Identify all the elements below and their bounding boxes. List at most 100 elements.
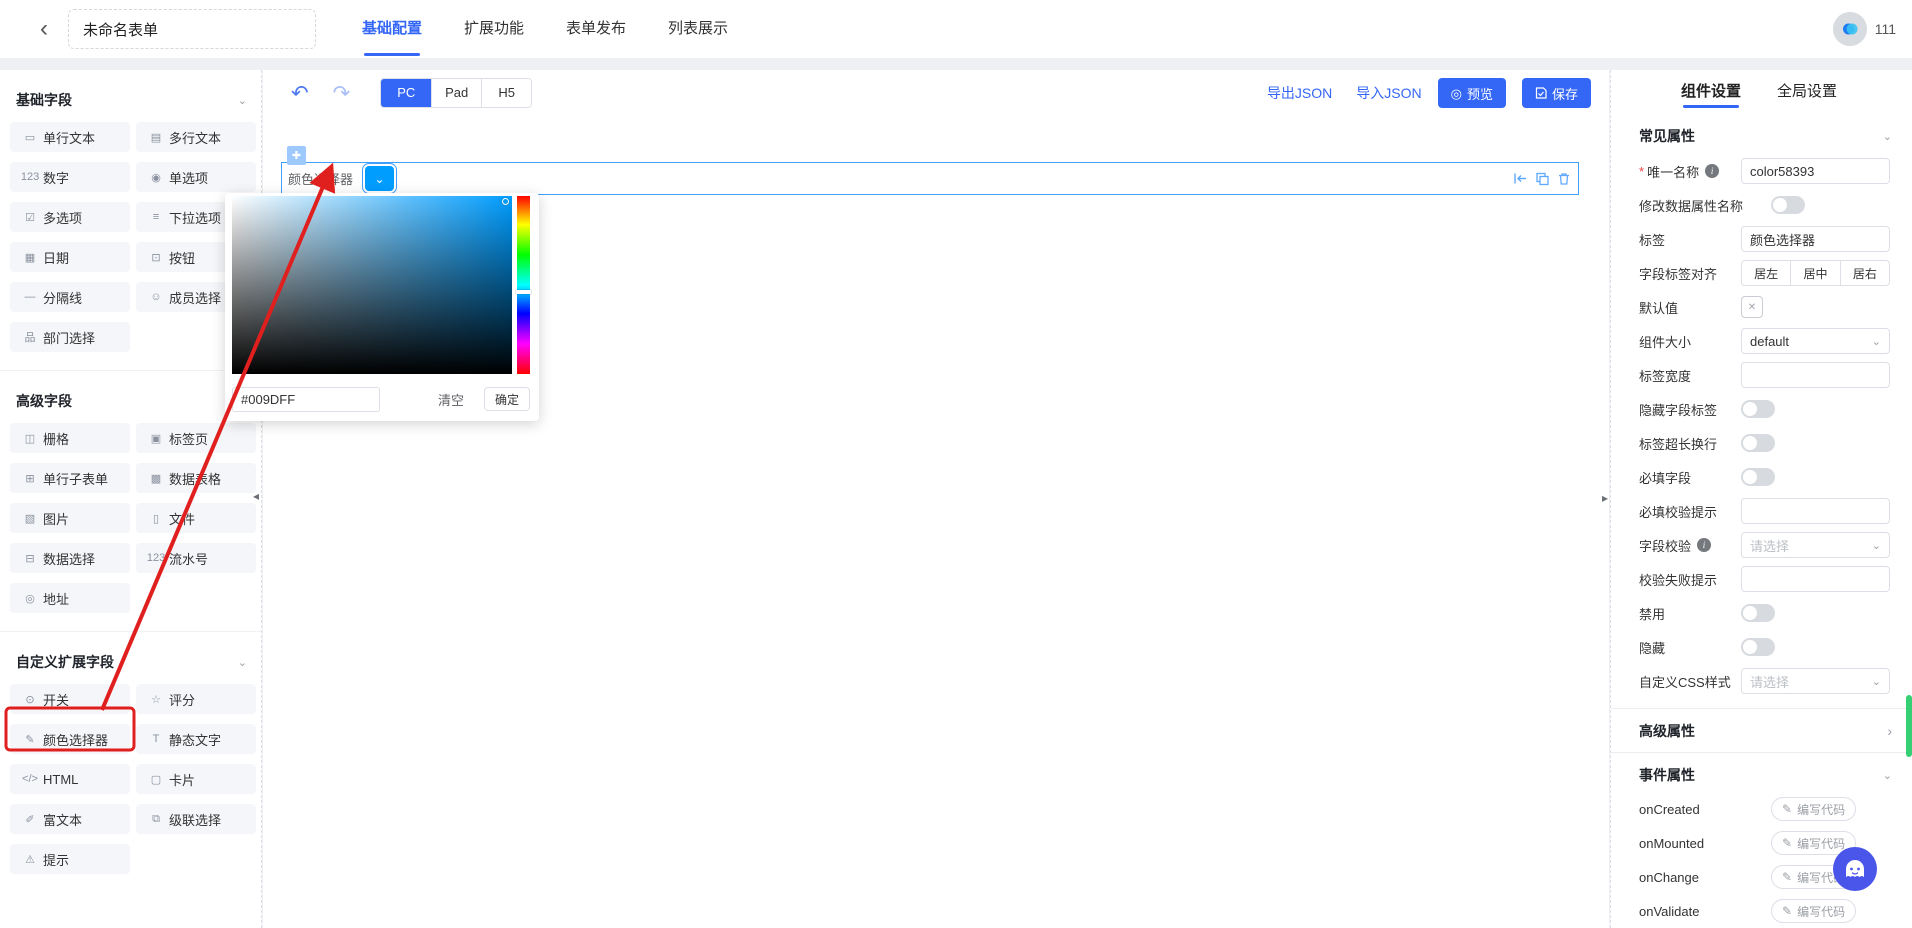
sidebar-collapse-handle[interactable]: ◂ — [253, 490, 259, 502]
form-title-input[interactable]: 未命名表单 — [68, 9, 316, 49]
tab-global-settings[interactable]: 全局设置 — [1777, 70, 1837, 114]
component-size-select[interactable]: default — [1741, 328, 1890, 354]
support-chat-button[interactable] — [1832, 846, 1878, 892]
delete-icon[interactable] — [1558, 172, 1570, 185]
tab-extended-features[interactable]: 扩展功能 — [464, 0, 524, 58]
tab-list-display[interactable]: 列表展示 — [668, 0, 728, 58]
info-icon[interactable]: i — [1705, 164, 1720, 178]
field-item-divider[interactable]: — 分隔线 — [10, 282, 130, 312]
hue-slider[interactable] — [516, 196, 531, 374]
field-item-cascader[interactable]: ⧉ 级联选择 — [136, 804, 256, 834]
write-code-button[interactable]: ✎ 编写代码 — [1771, 797, 1857, 821]
align-left-button[interactable]: 居左 — [1742, 261, 1790, 285]
field-item-date[interactable]: ▦ 日期 — [10, 242, 130, 272]
preview-button[interactable]: ◎ 预览 — [1437, 78, 1506, 108]
required-field-toggle[interactable] — [1741, 468, 1775, 486]
field-item-address[interactable]: ◎ 地址 — [10, 583, 130, 613]
undo-icon[interactable]: ↶ — [291, 81, 309, 106]
insert-before-icon[interactable] — [1513, 173, 1527, 185]
field-item-switch[interactable]: ⊙ 开关 — [10, 684, 130, 714]
field-item-radio[interactable]: ◉ 单选项 — [136, 162, 256, 192]
field-item-rich-text[interactable]: ✐ 富文本 — [10, 804, 130, 834]
field-validation-select[interactable]: 请选择 — [1741, 532, 1890, 558]
field-item-multi-line-text[interactable]: ▤ 多行文本 — [136, 122, 256, 152]
custom-fields-grid: ⊙ 开关 ☆ 评分 ✎ 颜色选择器 T 静态文字 </> HTML ▢ 卡片 ✐… — [10, 684, 261, 874]
copy-icon[interactable] — [1536, 172, 1549, 185]
color-swatch-trigger[interactable]: ⌄ — [365, 166, 395, 191]
prop-row-required: 必填字段 — [1639, 464, 1890, 490]
validation-fail-message-input[interactable] — [1741, 566, 1890, 592]
redo-icon[interactable]: ↷ — [333, 81, 351, 106]
field-item-image[interactable]: ▧ 图片 — [10, 503, 130, 533]
field-item-card[interactable]: ▢ 卡片 — [136, 764, 256, 794]
field-label-input[interactable]: 颜色选择器 — [1741, 226, 1890, 252]
back-button[interactable]: ‹ — [40, 17, 48, 41]
field-item-tip[interactable]: ⚠ 提示 — [10, 844, 130, 874]
field-item-number[interactable]: 123 数字 — [10, 162, 130, 192]
field-type-icon: ▢ — [150, 773, 162, 786]
confirm-color-button[interactable]: 确定 — [484, 387, 530, 411]
event-props-header[interactable]: 事件属性 — [1639, 765, 1892, 785]
field-item-color-picker[interactable]: ✎ 颜色选择器 — [10, 724, 130, 754]
edit-data-attr-toggle[interactable] — [1771, 196, 1805, 214]
required-message-input[interactable] — [1741, 498, 1890, 524]
field-item-sub-form[interactable]: ⊞ 单行子表单 — [10, 463, 130, 493]
user-avatar[interactable] — [1832, 12, 1867, 46]
field-item-rating[interactable]: ☆ 评分 — [136, 684, 256, 714]
custom-css-select[interactable]: 请选择 — [1741, 668, 1890, 694]
tab-basic-config[interactable]: 基础配置 — [362, 0, 422, 58]
prop-row-field-label: 标签 颜色选择器 — [1639, 226, 1890, 252]
window-scrollbar-thumb[interactable] — [1906, 695, 1912, 757]
field-type-icon: ▯ — [152, 512, 160, 525]
field-item-checkbox[interactable]: ☑ 多选项 — [10, 202, 130, 232]
field-type-icon: ◫ — [24, 432, 36, 445]
event-handler-row: onCreated ✎ 编写代码 — [1639, 797, 1890, 821]
section-custom-fields[interactable]: 自定义扩展字段 — [16, 652, 247, 672]
device-pad-button[interactable]: Pad — [431, 79, 482, 107]
field-item-data-select[interactable]: ⊟ 数据选择 — [10, 543, 130, 573]
drag-handle[interactable]: ✚ — [287, 146, 306, 165]
field-item-data-table[interactable]: ▩ 数据表格 — [136, 463, 256, 493]
field-item-serial-number[interactable]: 123 流水号 — [136, 543, 256, 573]
write-code-button[interactable]: ✎ 编写代码 — [1771, 899, 1857, 923]
disabled-toggle[interactable] — [1741, 604, 1775, 622]
device-pc-button[interactable]: PC — [381, 79, 432, 107]
saturation-panel[interactable] — [232, 196, 512, 374]
section-basic-fields[interactable]: 基础字段 — [16, 90, 247, 110]
field-item-tab-page[interactable]: ▣ 标签页 — [136, 423, 256, 453]
default-value-clear-box[interactable]: ✕ — [1741, 296, 1763, 318]
label-width-input[interactable] — [1741, 362, 1890, 388]
field-type-label: 级联选择 — [169, 812, 222, 828]
common-props-header[interactable]: 常见属性 — [1639, 126, 1892, 146]
import-json-link[interactable]: 导入JSON — [1356, 83, 1421, 103]
tab-component-settings[interactable]: 组件设置 — [1681, 70, 1741, 114]
hex-color-input[interactable] — [232, 386, 380, 412]
prop-row-edit-data-attr: 修改数据属性名称 — [1639, 192, 1890, 218]
field-item-html[interactable]: </> HTML — [10, 764, 130, 794]
field-item-single-line-text[interactable]: ▭ 单行文本 — [10, 122, 130, 152]
save-button[interactable]: 保存 — [1521, 78, 1591, 108]
hide-label-toggle[interactable] — [1741, 400, 1775, 418]
unique-name-input[interactable]: color58393 — [1741, 158, 1890, 184]
saturation-cursor[interactable] — [502, 198, 509, 205]
field-type-icon: ⚠ — [25, 853, 35, 866]
hidden-toggle[interactable] — [1741, 638, 1775, 656]
field-item-grid[interactable]: ◫ 栅格 — [10, 423, 130, 453]
tab-form-publish[interactable]: 表单发布 — [566, 0, 626, 58]
info-icon[interactable]: i — [1697, 538, 1712, 552]
export-json-link[interactable]: 导出JSON — [1267, 83, 1332, 103]
selected-color-picker-field[interactable]: 颜色选择器 ⌄ — [281, 162, 1579, 195]
advanced-props-header[interactable]: 高级属性 — [1611, 709, 1912, 753]
field-item-static-text[interactable]: T 静态文字 — [136, 724, 256, 754]
label-wrap-toggle[interactable] — [1741, 434, 1775, 452]
hue-slider-thumb[interactable] — [516, 290, 531, 294]
align-right-button[interactable]: 居右 — [1839, 261, 1889, 285]
field-item-file[interactable]: ▯ 文件 — [136, 503, 256, 533]
field-item-department-select[interactable]: 品 部门选择 — [10, 322, 130, 352]
field-type-label: 富文本 — [43, 812, 83, 828]
section-advanced-fields[interactable]: 高级字段 — [16, 391, 247, 411]
right-panel-collapse-handle[interactable]: ▸ — [1602, 492, 1608, 504]
device-h5-button[interactable]: H5 — [481, 79, 532, 107]
clear-color-button[interactable]: 清空 — [438, 390, 464, 409]
align-center-button[interactable]: 居中 — [1790, 261, 1839, 285]
